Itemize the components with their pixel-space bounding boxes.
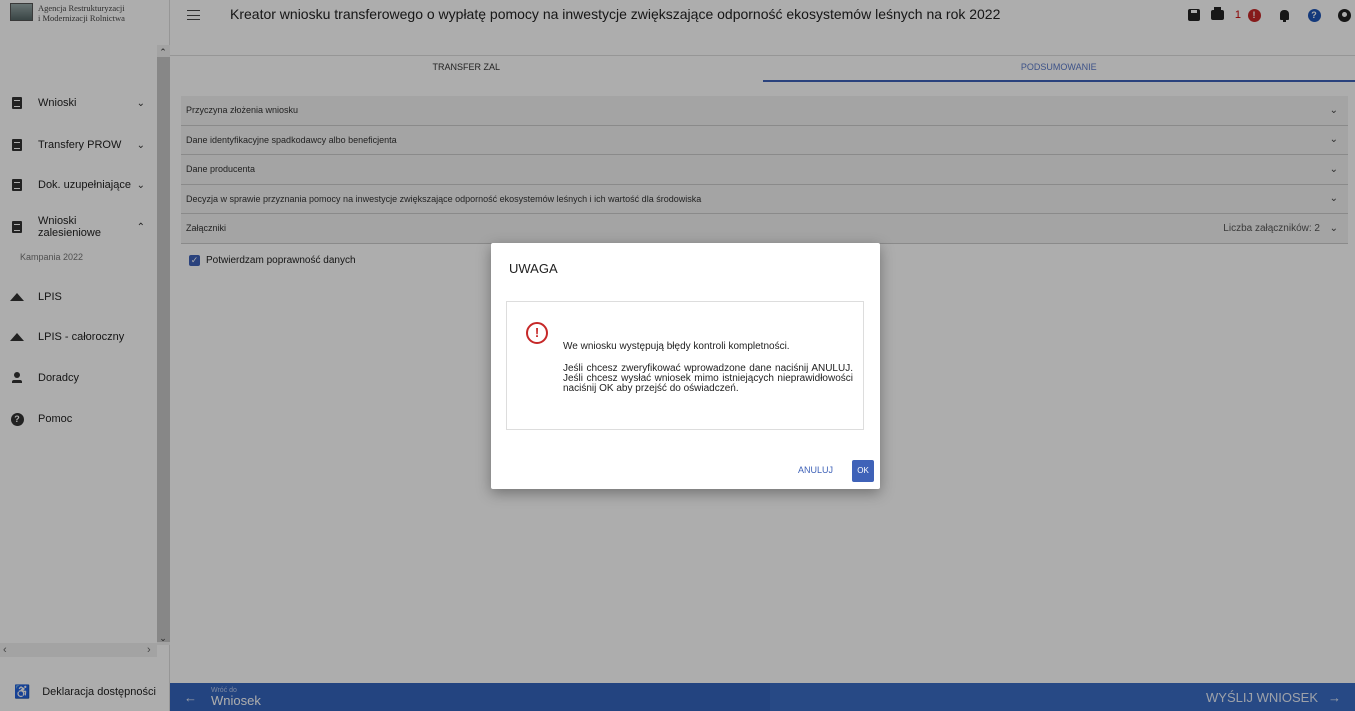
warning-dialog: UWAGA ! We wniosku występują błędy kontr… — [491, 243, 880, 489]
cancel-button[interactable]: ANULUJ — [798, 465, 833, 475]
dialog-message-main: We wniosku występują błędy kontroli komp… — [563, 341, 790, 352]
dialog-message-detail: Jeśli chcesz zweryfikować wprowadzone da… — [563, 363, 853, 394]
dialog-message-box: ! We wniosku występują błędy kontroli ko… — [506, 301, 864, 430]
dialog-title: UWAGA — [509, 261, 558, 276]
ok-button[interactable]: OK — [852, 460, 874, 482]
warning-icon: ! — [526, 322, 548, 344]
